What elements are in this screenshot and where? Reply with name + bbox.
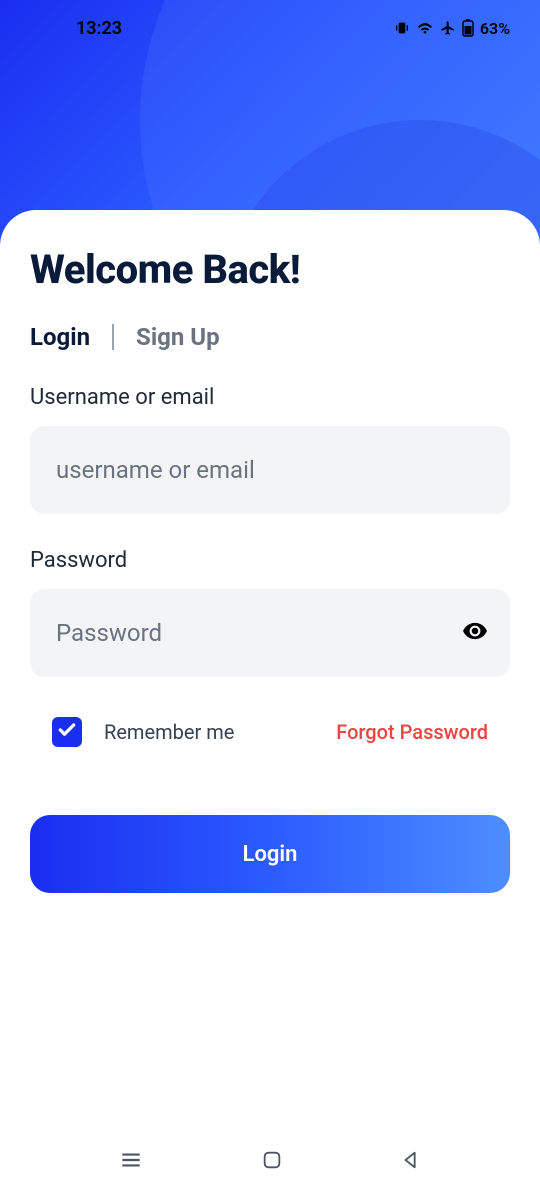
vibrate-icon — [394, 20, 410, 36]
username-input[interactable] — [56, 456, 484, 484]
toggle-password-visibility[interactable] — [462, 618, 488, 648]
tab-login[interactable]: Login — [30, 323, 90, 351]
tab-signup[interactable]: Sign Up — [136, 323, 220, 351]
menu-icon — [118, 1158, 144, 1177]
remember-checkbox — [52, 717, 82, 747]
username-label: Username or email — [30, 385, 510, 410]
password-label: Password — [30, 548, 510, 573]
nav-recent-button[interactable] — [118, 1147, 144, 1177]
username-input-box — [30, 426, 510, 514]
back-triangle-icon — [400, 1156, 422, 1175]
battery-icon — [462, 19, 474, 37]
square-icon — [261, 1156, 283, 1175]
airplane-icon — [440, 20, 456, 36]
battery-percent: 63% — [480, 19, 510, 38]
auth-tabs: Login Sign Up — [30, 323, 510, 351]
tab-divider — [112, 324, 114, 350]
nav-home-button[interactable] — [261, 1149, 283, 1175]
wifi-icon — [416, 21, 434, 35]
password-input-box — [30, 589, 510, 677]
login-button[interactable]: Login — [30, 815, 510, 893]
eye-icon — [462, 629, 488, 648]
status-right: 63% — [394, 19, 510, 38]
password-input[interactable] — [56, 619, 484, 647]
options-row: Remember me Forgot Password — [30, 717, 510, 747]
forgot-password-link[interactable]: Forgot Password — [336, 720, 488, 744]
remember-me-toggle[interactable]: Remember me — [52, 717, 234, 747]
page-title: Welcome Back! — [30, 246, 510, 293]
system-nav-bar — [0, 1132, 540, 1192]
remember-label: Remember me — [104, 720, 234, 744]
status-bar: 13:23 63% — [0, 0, 540, 56]
check-icon — [57, 720, 77, 744]
login-card: Welcome Back! Login Sign Up Username or … — [0, 210, 540, 1200]
status-time: 13:23 — [76, 18, 122, 39]
nav-back-button[interactable] — [400, 1149, 422, 1175]
